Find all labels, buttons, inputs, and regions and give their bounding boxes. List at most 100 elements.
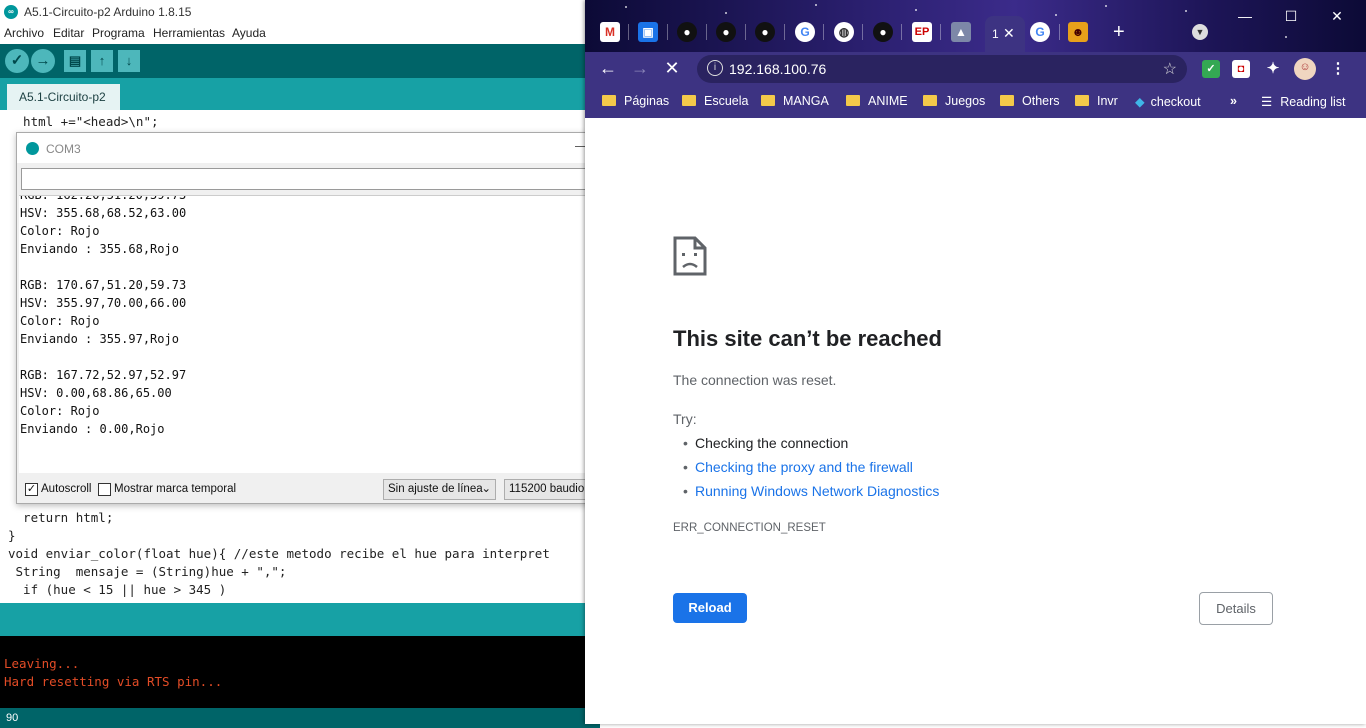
reload-button[interactable]: Reload (673, 593, 747, 623)
bookmark-label: Juegos (945, 94, 986, 108)
new-sketch-icon[interactable]: ▤ (64, 50, 86, 72)
reading-list-label: Reading list (1280, 95, 1346, 109)
bookmark-folder[interactable]: Juegos (923, 94, 985, 108)
serial-line: Enviando : 0.00,Rojo (20, 422, 165, 436)
serial-monitor-titlebar[interactable]: COM3 — (17, 133, 601, 163)
folder-icon (682, 95, 696, 106)
pocket-extension-icon[interactable]: ◘ (1232, 60, 1250, 78)
google-tab-icon[interactable]: G (795, 22, 815, 42)
error-code: ERR_CONNECTION_RESET (673, 522, 826, 534)
active-tab[interactable]: 1 ✕ (985, 16, 1025, 52)
stop-loading-icon[interactable]: ✕ (661, 58, 683, 79)
chevron-down-icon: ⌄ (481, 483, 491, 495)
minimize-icon[interactable]: — (1235, 8, 1255, 24)
reading-list-button[interactable]: ☰ Reading list (1261, 94, 1346, 109)
suggestion-link[interactable]: Running Windows Network Diagnostics (683, 483, 939, 499)
serial-line: Enviando : 355.68,Rojo (20, 242, 179, 256)
diamond-icon: ◆ (1135, 95, 1145, 109)
serial-line: RGB: 170.67,51.20,59.73 (20, 278, 187, 292)
verify-icon[interactable]: ✓ (5, 49, 29, 73)
bookmark-label: Others (1022, 94, 1060, 108)
serial-line: Color: Rojo (20, 314, 100, 328)
error-message: The connection was reset. (673, 372, 837, 388)
code-line: String mensaje = (String)hue + ","; (8, 564, 287, 579)
serial-line: HSV: 355.97,70.00,66.00 (20, 296, 187, 310)
menu-programa[interactable]: Programa (92, 26, 145, 40)
serial-line: Color: Rojo (20, 224, 100, 238)
serial-send-input[interactable] (21, 168, 601, 190)
new-tab-icon[interactable]: + (1113, 21, 1125, 44)
bookmark-folder[interactable]: Escuela (682, 94, 748, 108)
console-line: Leaving... (4, 656, 80, 671)
github-tab-icon[interactable]: ● (873, 22, 893, 42)
details-button[interactable]: Details (1199, 592, 1273, 625)
image-tab-icon[interactable]: ▲ (951, 22, 971, 42)
close-tab-icon[interactable]: ✕ (1003, 25, 1015, 42)
arduino-logo-icon: ∞ (4, 5, 18, 19)
menu-archivo[interactable]: Archivo (4, 26, 44, 40)
chrome-tabstrip: M ▣ ● ● ● G ◍ ● EP ▲ 1 ✕ G ☻ + ▼ — ☐ ✕ (585, 0, 1366, 52)
autoscroll-checkbox[interactable]: ✓ (25, 483, 38, 496)
serial-line: RGB: 162.20,51.20,59.73 (20, 195, 187, 202)
bookmark-folder[interactable]: MANGA (761, 94, 829, 108)
folder-icon (761, 95, 775, 106)
tab-search-icon[interactable]: ▼ (1192, 24, 1208, 40)
ide-status-bar: 90 (0, 708, 600, 728)
ide-titlebar: ∞ A5.1-Circuito-p2 Arduino 1.8.15 (0, 0, 600, 24)
forward-icon[interactable]: → (629, 58, 651, 79)
bookmark-label: Escuela (704, 94, 749, 108)
bookmark-folder[interactable]: Invr (1075, 94, 1118, 108)
bookmark-link[interactable]: ◆ checkout (1135, 94, 1201, 109)
back-icon[interactable]: ← (597, 58, 619, 79)
gmail-tab-icon[interactable]: M (600, 22, 620, 42)
folder-icon (1000, 95, 1014, 106)
sad-page-icon (673, 236, 707, 281)
bookmark-folder[interactable]: Others (1000, 94, 1060, 108)
shield-extension-icon[interactable]: ✓ (1202, 60, 1220, 78)
serial-line: Enviando : 355.97,Rojo (20, 332, 179, 346)
menu-editar[interactable]: Editar (53, 26, 84, 40)
menu-ayuda[interactable]: Ayuda (232, 26, 266, 40)
site-info-icon[interactable]: i (707, 60, 723, 76)
google-tab-icon[interactable]: G (1030, 22, 1050, 42)
baud-rate-value: 115200 baudio (509, 483, 585, 495)
github-tab-icon[interactable]: ● (677, 22, 697, 42)
classroom-tab-icon[interactable]: ▣ (638, 22, 658, 42)
suggestion-link[interactable]: Checking the proxy and the firewall (683, 459, 913, 475)
code-line: html +="<head>\n"; (8, 114, 159, 129)
console-line: Hard resetting via RTS pin... (4, 674, 223, 689)
ide-menubar: Archivo Editar Programa Herramientas Ayu… (0, 24, 600, 44)
globe-tab-icon[interactable]: ◍ (834, 22, 854, 42)
menu-herramientas[interactable]: Herramientas (153, 26, 225, 40)
bookmark-folder[interactable]: Páginas (602, 94, 669, 108)
profile-avatar[interactable]: ☺ (1294, 58, 1316, 80)
open-sketch-icon[interactable]: ↑ (91, 50, 113, 72)
autoscroll-label: Autoscroll (41, 483, 92, 495)
timestamp-checkbox[interactable] (98, 483, 111, 496)
maximize-icon[interactable]: ☐ (1281, 8, 1301, 25)
bookmark-star-icon[interactable]: ☆ (1163, 59, 1177, 79)
github-tab-icon[interactable]: ● (755, 22, 775, 42)
folder-icon (846, 95, 860, 106)
upload-icon[interactable]: → (31, 49, 55, 73)
address-bar[interactable]: i 192.168.100.76 ☆ (697, 55, 1187, 83)
bookmark-folder[interactable]: ANIME (846, 94, 908, 108)
github-tab-icon[interactable]: ● (716, 22, 736, 42)
extensions-puzzle-icon[interactable]: ✦ (1264, 60, 1282, 78)
error-title: This site can’t be reached (673, 326, 942, 351)
ep-tab-icon[interactable]: EP (912, 22, 932, 42)
folder-icon (1075, 95, 1089, 106)
close-window-icon[interactable]: ✕ (1327, 8, 1347, 25)
cat-tab-icon[interactable]: ☻ (1068, 22, 1088, 42)
sketch-tab[interactable]: A5.1-Circuito-p2 (7, 84, 120, 110)
menu-dots-icon[interactable]: ⋮ (1329, 60, 1347, 78)
serial-monitor-footer: ✓ Autoscroll Mostrar marca temporal Sin … (17, 475, 601, 505)
page-content: This site can’t be reached The connectio… (585, 118, 1366, 724)
ide-title: A5.1-Circuito-p2 Arduino 1.8.15 (24, 5, 192, 19)
save-sketch-icon[interactable]: ↓ (118, 50, 140, 72)
line-ending-select[interactable]: Sin ajuste de línea ⌄ (383, 479, 496, 500)
more-bookmarks-button[interactable]: » (1230, 94, 1237, 108)
suggestion-text: Checking the connection (683, 435, 848, 451)
active-tab-label: 1 (992, 27, 999, 41)
serial-output[interactable]: RGB: 162.20,51.20,59.73 HSV: 355.68,68.52… (19, 195, 601, 473)
